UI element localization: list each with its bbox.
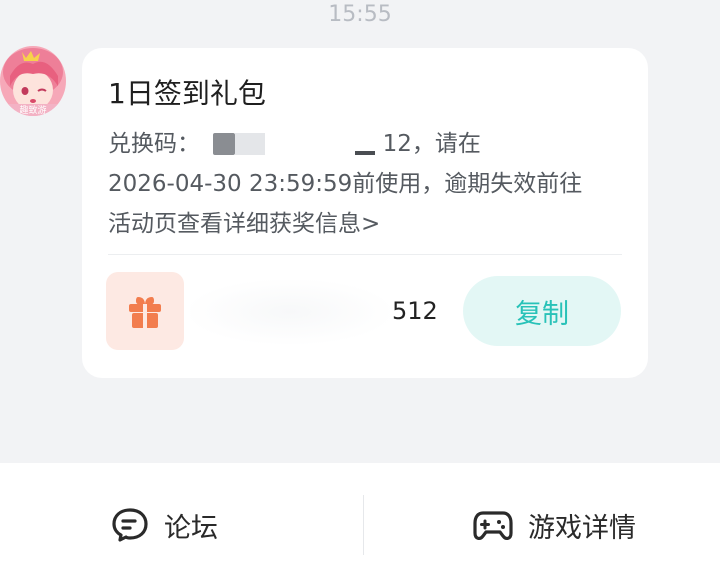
gift-icon-box	[106, 272, 184, 350]
message-body[interactable]: 兑换码： 12，请在 2026-04-30 23:59:59前使用，逾期失效前往…	[108, 124, 628, 244]
nav-separator	[363, 495, 364, 555]
gift-message-card: 1日签到礼包 兑换码： 12，请在 2026-04-30 23:59:59前使用…	[82, 48, 648, 378]
code-line: 兑换码： 12，请在	[108, 124, 628, 164]
copy-button[interactable]: 复制	[463, 276, 621, 346]
code-tail: 12，请在	[382, 131, 481, 157]
gift-icon	[129, 297, 161, 328]
status-time: 15:55	[328, 2, 392, 27]
code-prefix: 兑换码：	[108, 131, 200, 157]
bottom-nav-bar: 论坛 游戏详情	[0, 463, 720, 577]
avatar[interactable]: 趣致游	[0, 46, 66, 116]
game-details-nav-button[interactable]: 游戏详情	[472, 503, 636, 547]
expiry-line: 2026-04-30 23:59:59前使用，逾期失效前往	[108, 171, 583, 197]
activity-link[interactable]: 活动页查看详细获奖信息>	[108, 204, 628, 244]
anime-girl-avatar-icon: 趣致游	[0, 46, 66, 116]
blurred-code	[190, 280, 390, 344]
divider	[108, 254, 622, 255]
forum-label: 论坛	[164, 512, 218, 544]
gift-code-value: 512	[392, 297, 438, 325]
game-details-label: 游戏详情	[528, 512, 636, 544]
gamepad-icon	[473, 511, 513, 540]
message-title: 1日签到礼包	[108, 77, 266, 110]
forum-nav-button[interactable]: 论坛	[110, 503, 218, 547]
masked-code	[207, 132, 376, 157]
svg-text:趣致游: 趣致游	[19, 104, 46, 116]
forum-chat-icon	[112, 508, 148, 542]
